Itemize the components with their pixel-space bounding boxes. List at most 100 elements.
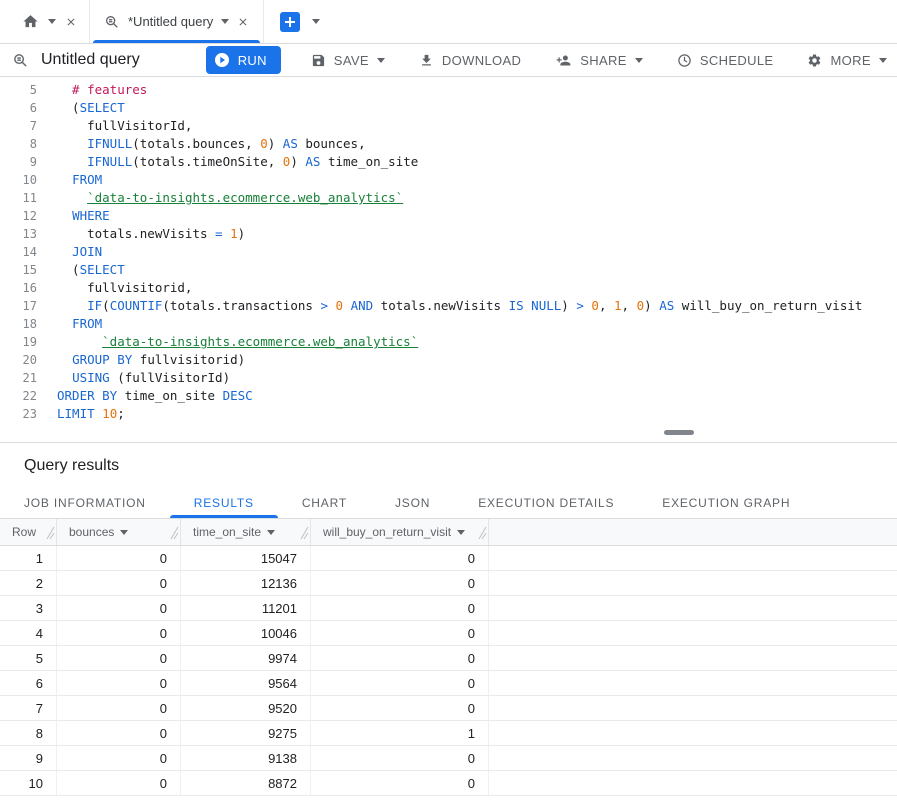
code-text: LIMIT 10; (46, 405, 125, 423)
play-icon (214, 52, 230, 68)
column-resize-handle[interactable] (170, 526, 179, 540)
line-number: 14 (0, 243, 46, 261)
button-label: SAVE (334, 53, 369, 68)
chevron-down-icon[interactable] (48, 19, 56, 24)
sort-menu-icon[interactable] (120, 530, 128, 535)
code-text: FROM (46, 315, 102, 333)
table-row: 8092751 (0, 721, 897, 746)
save-icon (311, 53, 326, 68)
code-text: GROUP BY fullvisitorid) (46, 351, 245, 369)
run-button[interactable]: RUN (206, 46, 281, 74)
line-number: 8 (0, 135, 46, 153)
value-cell: 9520 (181, 696, 311, 720)
button-label: SHARE (580, 53, 627, 68)
results-tab-json[interactable]: JSON (371, 487, 454, 518)
column-resize-handle[interactable] (46, 526, 55, 540)
column-header-bounces[interactable]: bounces (57, 519, 181, 545)
value-cell: 0 (57, 696, 181, 720)
code-text: `data-to-insights.ecommerce.web_analytic… (46, 333, 418, 351)
line-number: 16 (0, 279, 46, 297)
query-icon (104, 14, 120, 30)
chevron-down-icon (635, 58, 643, 63)
download-button[interactable]: DOWNLOAD (415, 46, 525, 74)
row-number-cell: 6 (0, 671, 57, 695)
line-number: 19 (0, 333, 46, 351)
save-button[interactable]: SAVE (307, 46, 389, 74)
row-number-cell: 1 (0, 546, 57, 570)
column-header-will_buy_on_return_visit[interactable]: will_buy_on_return_visit (311, 519, 489, 545)
table-reference-link[interactable]: `data-to-insights.ecommerce.web_analytic… (102, 334, 418, 349)
close-icon[interactable] (65, 16, 77, 28)
table-reference-link[interactable]: `data-to-insights.ecommerce.web_analytic… (87, 190, 403, 205)
sql-editor[interactable]: 5 # features6 (SELECT7 fullVisitorId,8 I… (0, 77, 897, 423)
value-cell: 0 (57, 546, 181, 570)
results-tab-results[interactable]: RESULTS (170, 487, 278, 518)
more-button[interactable]: MORE (803, 46, 890, 74)
results-table: Row bounces time_on_sitewill_buy_on_return… (0, 519, 897, 796)
value-cell: 0 (57, 771, 181, 795)
results-tab-execution-details[interactable]: EXECUTION DETAILS (454, 487, 638, 518)
column-label: bounces (69, 525, 114, 539)
line-number: 13 (0, 225, 46, 243)
value-cell: 0 (57, 596, 181, 620)
results-heading: Query results (0, 443, 897, 487)
table-row: 7095200 (0, 696, 897, 721)
results-tabs: JOB INFORMATIONRESULTSCHARTJSONEXECUTION… (0, 487, 897, 519)
sort-menu-icon[interactable] (457, 530, 465, 535)
chevron-down-icon[interactable] (312, 19, 320, 24)
code-line: 5 # features (0, 81, 897, 99)
line-number: 17 (0, 297, 46, 315)
value-cell: 0 (57, 646, 181, 670)
column-header-row[interactable]: Row (0, 519, 57, 545)
code-text: JOIN (46, 243, 102, 261)
row-number-cell: 8 (0, 721, 57, 745)
code-text: `data-to-insights.ecommerce.web_analytic… (46, 189, 403, 207)
row-number-cell: 4 (0, 621, 57, 645)
column-resize-handle[interactable] (478, 526, 487, 540)
add-tab-button[interactable] (280, 12, 300, 32)
line-number: 11 (0, 189, 46, 207)
code-text: FROM (46, 171, 102, 189)
value-cell: 0 (311, 546, 489, 570)
line-number: 15 (0, 261, 46, 279)
row-number-cell: 9 (0, 746, 57, 770)
results-tab-job-information[interactable]: JOB INFORMATION (0, 487, 170, 518)
code-text: ORDER BY time_on_site DESC (46, 387, 253, 405)
resize-handle[interactable] (664, 430, 694, 435)
value-cell: 11201 (181, 596, 311, 620)
value-cell: 9275 (181, 721, 311, 745)
code-line: 19 `data-to-insights.ecommerce.web_analy… (0, 333, 897, 351)
results-tab-chart[interactable]: CHART (278, 487, 371, 518)
value-cell: 0 (311, 671, 489, 695)
code-line: 17 IF(COUNTIF(totals.transactions > 0 AN… (0, 297, 897, 315)
code-line: 23LIMIT 10; (0, 405, 897, 423)
code-text: (SELECT (46, 261, 125, 279)
results-header-row: Row bounces time_on_sitewill_buy_on_return… (0, 519, 897, 546)
code-line: 15 (SELECT (0, 261, 897, 279)
code-line: 20 GROUP BY fullvisitorid) (0, 351, 897, 369)
value-cell: 0 (311, 646, 489, 670)
column-header-time_on_site[interactable]: time_on_site (181, 519, 311, 545)
table-row: 9091380 (0, 746, 897, 771)
value-cell: 15047 (181, 546, 311, 570)
value-cell: 9974 (181, 646, 311, 670)
download-icon (419, 53, 434, 68)
value-cell: 0 (57, 721, 181, 745)
line-number: 20 (0, 351, 46, 369)
plus-icon (284, 16, 296, 28)
line-number: 7 (0, 117, 46, 135)
results-tab-execution-graph[interactable]: EXECUTION GRAPH (638, 487, 814, 518)
value-cell: 0 (311, 696, 489, 720)
column-resize-handle[interactable] (300, 526, 309, 540)
sort-menu-icon[interactable] (267, 530, 275, 535)
chevron-down-icon[interactable] (221, 19, 229, 24)
close-icon[interactable] (237, 16, 249, 28)
share-button[interactable]: SHARE (551, 46, 647, 74)
schedule-button[interactable]: SCHEDULE (673, 46, 778, 74)
results-table-body: 1015047020121360301120104010046050997406… (0, 546, 897, 796)
tab-label: *Untitled query (128, 14, 213, 29)
row-number-cell: 7 (0, 696, 57, 720)
tab-untitled-query[interactable]: *Untitled query (89, 0, 264, 43)
home-tab[interactable] (10, 0, 89, 43)
table-row: 20121360 (0, 571, 897, 596)
